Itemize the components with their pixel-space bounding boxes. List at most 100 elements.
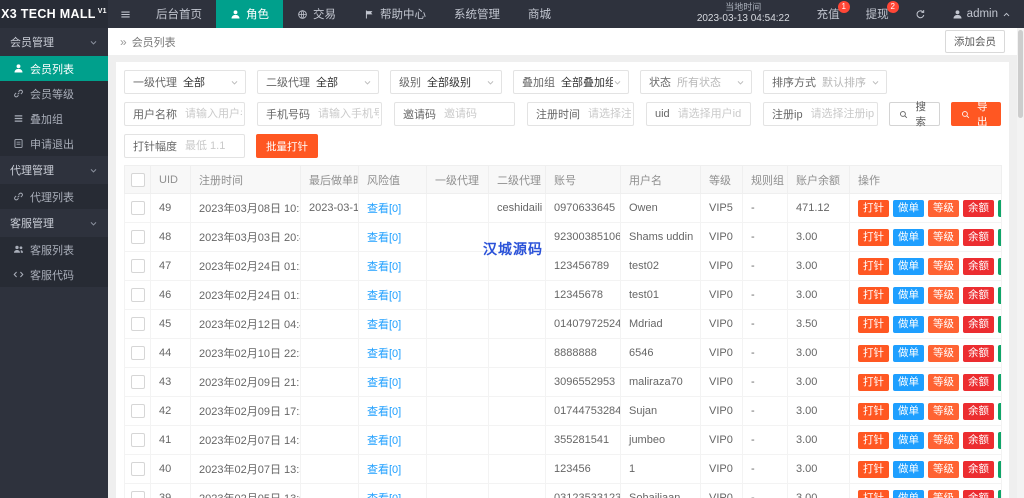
action-button-0[interactable]: 打针 bbox=[858, 489, 889, 498]
row-checkbox[interactable] bbox=[130, 404, 145, 418]
action-button-3[interactable]: 余额 bbox=[963, 286, 994, 304]
filter-select-0[interactable]: 一级代理 全部 bbox=[124, 70, 246, 94]
user-menu[interactable]: admin bbox=[939, 0, 1024, 28]
risk-view-link[interactable]: 查看[0] bbox=[367, 377, 401, 389]
sidebar-item-0-0[interactable]: 会员列表 bbox=[0, 56, 108, 81]
action-button-3[interactable]: 余额 bbox=[963, 373, 994, 391]
action-button-2[interactable]: 等级 bbox=[928, 344, 959, 362]
action-button-0[interactable]: 打针 bbox=[858, 402, 889, 420]
action-button-0[interactable]: 打针 bbox=[858, 199, 889, 217]
risk-view-link[interactable]: 查看[0] bbox=[367, 232, 401, 244]
action-button-2[interactable]: 等级 bbox=[928, 199, 959, 217]
sidebar-section-0[interactable]: 会员管理 bbox=[0, 28, 108, 56]
withdraw-menu-item[interactable]: 提现 2 bbox=[853, 0, 902, 28]
filter-field-0[interactable]: 用户名称 bbox=[124, 102, 245, 126]
filter-field-input[interactable] bbox=[808, 107, 877, 121]
filter-field-1[interactable]: 手机号码 bbox=[257, 102, 382, 126]
action-button-0[interactable]: 打针 bbox=[858, 460, 889, 478]
action-button-0[interactable]: 打针 bbox=[858, 286, 889, 304]
action-button-3[interactable]: 余额 bbox=[963, 315, 994, 333]
action-button-3[interactable]: 余额 bbox=[963, 199, 994, 217]
action-button-2[interactable]: 等级 bbox=[928, 373, 959, 391]
scrollbar-thumb[interactable] bbox=[1018, 30, 1023, 118]
action-button-3[interactable]: 余额 bbox=[963, 460, 994, 478]
action-button-2[interactable]: 等级 bbox=[928, 402, 959, 420]
action-button-1[interactable]: 做单 bbox=[893, 431, 924, 449]
add-member-button[interactable]: 添加会员 bbox=[945, 30, 1005, 53]
action-button-1[interactable]: 做单 bbox=[893, 228, 924, 246]
inject-range-input[interactable] bbox=[183, 139, 244, 153]
action-button-3[interactable]: 余额 bbox=[963, 228, 994, 246]
filter-field-2[interactable]: 邀请码 bbox=[394, 102, 515, 126]
risk-view-link[interactable]: 查看[0] bbox=[367, 203, 401, 215]
action-button-4[interactable]: 编辑 bbox=[998, 460, 1001, 478]
action-button-3[interactable]: 余额 bbox=[963, 257, 994, 275]
risk-view-link[interactable]: 查看[0] bbox=[367, 261, 401, 273]
action-button-2[interactable]: 等级 bbox=[928, 257, 959, 275]
filter-select-5[interactable]: 排序方式 默认排序 bbox=[763, 70, 887, 94]
action-button-3[interactable]: 余额 bbox=[963, 489, 994, 498]
sidebar-item-1-0[interactable]: 代理列表 bbox=[0, 184, 108, 209]
filter-field-input[interactable] bbox=[183, 107, 244, 121]
action-button-1[interactable]: 做单 bbox=[893, 344, 924, 362]
risk-view-link[interactable]: 查看[0] bbox=[367, 435, 401, 447]
action-button-4[interactable]: 编辑 bbox=[998, 228, 1001, 246]
action-button-1[interactable]: 做单 bbox=[893, 460, 924, 478]
risk-view-link[interactable]: 查看[0] bbox=[367, 464, 401, 476]
sidebar-item-2-0[interactable]: 客服列表 bbox=[0, 237, 108, 262]
recharge-menu-item[interactable]: 充值 1 bbox=[804, 0, 853, 28]
row-checkbox[interactable] bbox=[130, 317, 145, 331]
action-button-2[interactable]: 等级 bbox=[928, 228, 959, 246]
action-button-2[interactable]: 等级 bbox=[928, 489, 959, 498]
action-button-0[interactable]: 打针 bbox=[858, 257, 889, 275]
search-button[interactable]: 搜 索 bbox=[889, 101, 940, 128]
action-button-3[interactable]: 余额 bbox=[963, 402, 994, 420]
filter-select-2[interactable]: 级别 全部级别 bbox=[390, 70, 502, 94]
filter-field-5[interactable]: 注册ip bbox=[763, 102, 878, 126]
action-button-4[interactable]: 编辑 bbox=[998, 315, 1001, 333]
action-button-4[interactable]: 编辑 bbox=[998, 257, 1001, 275]
action-button-4[interactable]: 编辑 bbox=[998, 199, 1001, 217]
filter-field-input[interactable] bbox=[442, 107, 514, 121]
action-button-4[interactable]: 编辑 bbox=[998, 402, 1001, 420]
action-button-0[interactable]: 打针 bbox=[858, 228, 889, 246]
action-button-1[interactable]: 做单 bbox=[893, 402, 924, 420]
filter-select-1[interactable]: 二级代理 全部 bbox=[257, 70, 379, 94]
action-button-1[interactable]: 做单 bbox=[893, 257, 924, 275]
filter-field-3[interactable]: 注册时间 bbox=[527, 102, 634, 126]
action-button-4[interactable]: 编辑 bbox=[998, 373, 1001, 391]
row-checkbox[interactable] bbox=[130, 462, 145, 476]
filter-field-input[interactable] bbox=[675, 107, 750, 121]
action-button-4[interactable]: 编辑 bbox=[998, 286, 1001, 304]
action-button-1[interactable]: 做单 bbox=[893, 373, 924, 391]
filter-field-input[interactable] bbox=[316, 107, 381, 121]
nav-item-4[interactable]: 系统管理 bbox=[440, 0, 514, 28]
nav-item-3[interactable]: 帮助中心 bbox=[350, 0, 440, 28]
export-button[interactable]: 导 出 bbox=[950, 101, 1001, 128]
action-button-2[interactable]: 等级 bbox=[928, 286, 959, 304]
action-button-1[interactable]: 做单 bbox=[893, 315, 924, 333]
risk-view-link[interactable]: 查看[0] bbox=[367, 406, 401, 418]
action-button-1[interactable]: 做单 bbox=[893, 489, 924, 498]
filter-select-4[interactable]: 状态 所有状态 bbox=[640, 70, 752, 94]
action-button-4[interactable]: 编辑 bbox=[998, 344, 1001, 362]
row-checkbox[interactable] bbox=[130, 230, 145, 244]
risk-view-link[interactable]: 查看[0] bbox=[367, 290, 401, 302]
row-checkbox[interactable] bbox=[130, 491, 145, 498]
action-button-0[interactable]: 打针 bbox=[858, 344, 889, 362]
risk-view-link[interactable]: 查看[0] bbox=[367, 493, 401, 498]
nav-item-2[interactable]: 交易 bbox=[283, 0, 350, 28]
nav-item-0[interactable]: 后台首页 bbox=[142, 0, 216, 28]
action-button-2[interactable]: 等级 bbox=[928, 315, 959, 333]
action-button-3[interactable]: 余额 bbox=[963, 431, 994, 449]
risk-view-link[interactable]: 查看[0] bbox=[367, 348, 401, 360]
batch-inject-button[interactable]: 批量打针 bbox=[256, 134, 318, 158]
sidebar-item-0-2[interactable]: 叠加组 bbox=[0, 106, 108, 131]
inject-range-field[interactable]: 打针幅度 bbox=[124, 134, 245, 158]
nav-item-1[interactable]: 角色 bbox=[216, 0, 283, 28]
action-button-3[interactable]: 余额 bbox=[963, 344, 994, 362]
action-button-2[interactable]: 等级 bbox=[928, 431, 959, 449]
action-button-1[interactable]: 做单 bbox=[893, 286, 924, 304]
row-checkbox[interactable] bbox=[130, 375, 145, 389]
sidebar-section-1[interactable]: 代理管理 bbox=[0, 156, 108, 184]
